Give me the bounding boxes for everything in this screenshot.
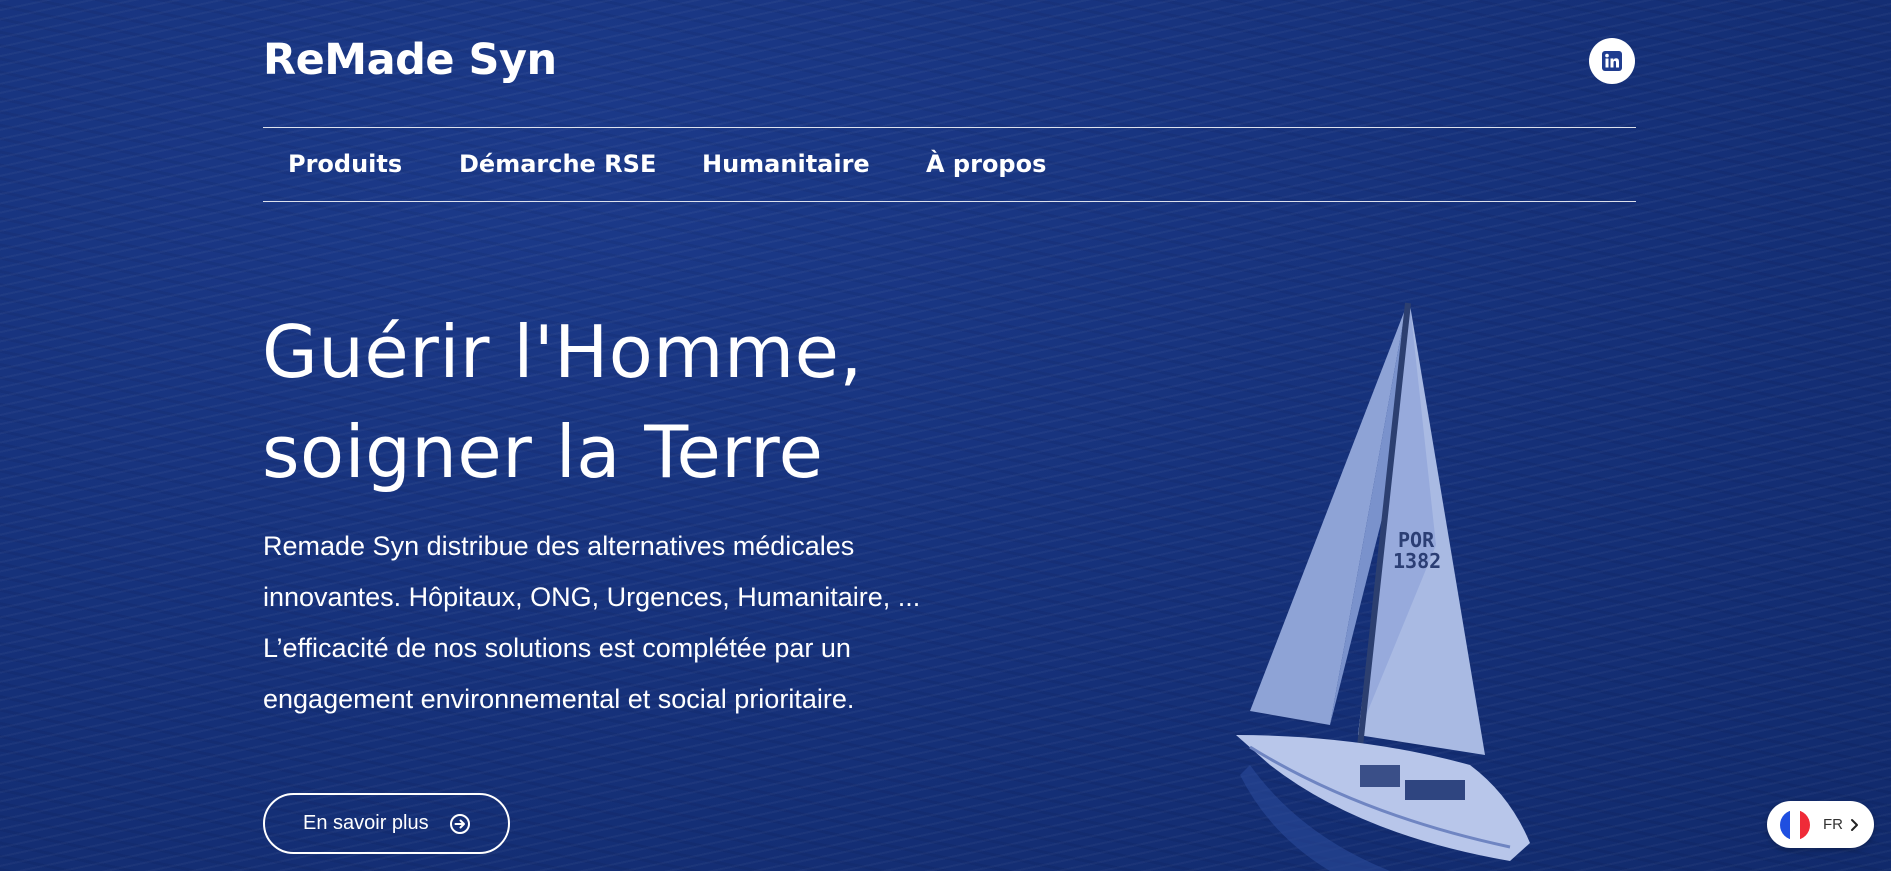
learn-more-label: En savoir plus (303, 812, 429, 834)
linkedin-icon (1602, 51, 1622, 71)
hero-description-line-4: engagement environnemental et social pri… (263, 684, 855, 714)
sail-number-line-2: 1382 (1393, 549, 1441, 573)
nav-item-humanitaire[interactable]: Humanitaire (702, 150, 870, 178)
hero-description-line-3: L’efficacité de nos solutions est complé… (263, 633, 851, 663)
linkedin-button[interactable] (1589, 38, 1635, 84)
arrow-right-circle-icon (449, 813, 471, 835)
hero-description: Remade Syn distribue des alternatives mé… (263, 521, 983, 725)
hero-description-line-2: innovantes. Hôpitaux, ONG, Urgences, Hum… (263, 582, 921, 612)
nav-divider-bottom (263, 201, 1636, 202)
hero-description-line-1: Remade Syn distribue des alternatives mé… (263, 531, 855, 561)
nav-item-produits[interactable]: Produits (288, 150, 402, 178)
hero-title: Guérir l'Homme, soigner la Terre (262, 302, 863, 502)
nav-item-a-propos[interactable]: À propos (926, 150, 1046, 178)
language-switcher[interactable]: FR (1767, 801, 1874, 848)
chevron-right-icon (1850, 818, 1860, 832)
site-logo[interactable]: ReMade Syn (263, 32, 557, 88)
hero-title-line-1: Guérir l'Homme, (262, 310, 863, 394)
learn-more-button[interactable]: En savoir plus (263, 793, 510, 854)
hero-title-line-2: soigner la Terre (262, 410, 824, 494)
nav-divider-top (263, 127, 1636, 128)
nav-item-demarche-rse[interactable]: Démarche RSE (459, 150, 656, 178)
language-code: FR (1823, 816, 1843, 833)
france-flag-icon (1780, 809, 1810, 840)
sailboat-image: POR 1382 (1236, 302, 1530, 871)
